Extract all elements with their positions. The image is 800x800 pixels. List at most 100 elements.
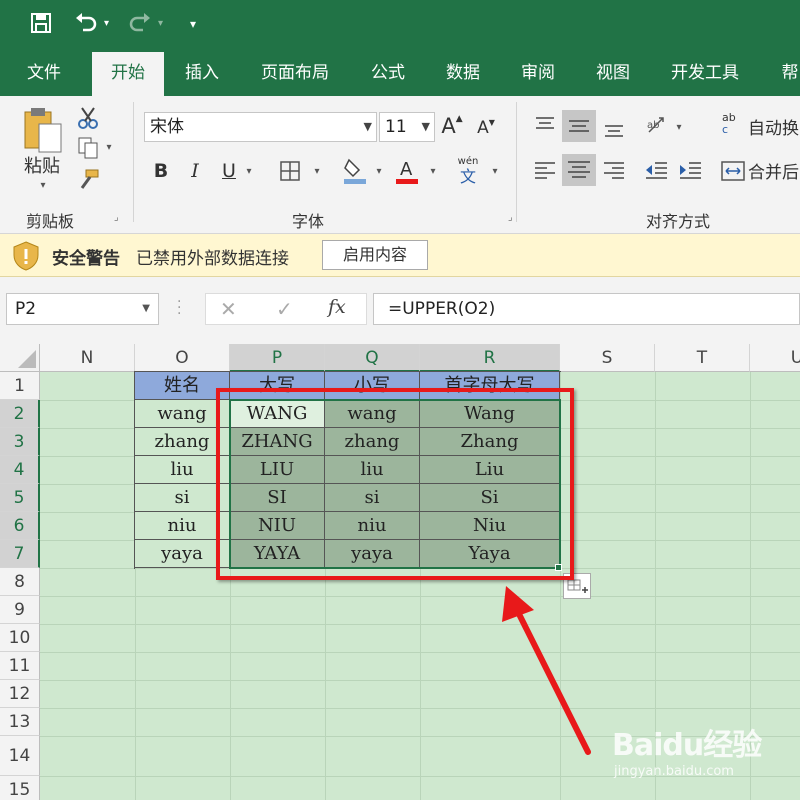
- bold-button[interactable]: B: [150, 160, 172, 182]
- ribbon-tabs: 文件 开始 插入 页面布局 公式 数据 审阅 视图 开发工具 帮: [0, 48, 800, 96]
- formula-bar-splitter-icon[interactable]: · · ·: [177, 295, 181, 321]
- font-color-dropdown-icon[interactable]: ▾: [428, 166, 438, 177]
- align-top-icon[interactable]: [531, 112, 559, 142]
- cancel-icon[interactable]: ✕: [220, 297, 237, 321]
- tab-home[interactable]: 开始: [92, 52, 164, 96]
- annotation-highlight-box: [216, 388, 574, 580]
- font-size-combo[interactable]: 11 ▼: [379, 112, 435, 142]
- tab-view[interactable]: 视图: [583, 48, 643, 96]
- save-icon[interactable]: [30, 12, 52, 36]
- row-header[interactable]: 1: [0, 372, 40, 400]
- column-header-q[interactable]: Q: [325, 344, 420, 372]
- font-color-icon[interactable]: A: [394, 156, 420, 186]
- format-painter-icon[interactable]: [76, 168, 100, 192]
- enable-content-button[interactable]: 启用内容: [322, 240, 428, 270]
- borders-dropdown-icon[interactable]: ▾: [312, 166, 322, 177]
- wrap-text-icon[interactable]: ab c: [722, 112, 746, 142]
- column-header-p[interactable]: P: [230, 344, 325, 372]
- clipboard-launcher-icon[interactable]: ⌟: [114, 212, 119, 223]
- column-header-t[interactable]: T: [655, 344, 750, 372]
- row-header[interactable]: 15: [0, 776, 40, 800]
- underline-dropdown-icon[interactable]: ▾: [244, 166, 254, 177]
- align-right-icon[interactable]: [600, 156, 628, 186]
- row-header[interactable]: 5: [0, 484, 40, 512]
- phonetic-icon[interactable]: wén 文: [452, 156, 484, 186]
- column-header-r[interactable]: R: [420, 344, 560, 372]
- column-header-u[interactable]: U: [750, 344, 800, 372]
- paste-icon[interactable]: [18, 104, 68, 154]
- row-header[interactable]: 10: [0, 624, 40, 652]
- spreadsheet-grid[interactable]: N O P Q R S T U 1 2 3 4 5 6 7 8 9 10 11 …: [0, 344, 800, 800]
- fill-color-dropdown-icon[interactable]: ▾: [374, 166, 384, 177]
- title-bar: ▾ ▾ ▾: [0, 0, 800, 48]
- underline-button[interactable]: U: [218, 160, 240, 182]
- tab-help[interactable]: 帮: [770, 48, 800, 96]
- tab-page-layout[interactable]: 页面布局: [250, 48, 340, 96]
- borders-icon[interactable]: [278, 160, 302, 184]
- row-header[interactable]: 11: [0, 652, 40, 680]
- increase-indent-icon[interactable]: [676, 156, 704, 186]
- redo-dropdown-icon[interactable]: ▾: [158, 12, 163, 36]
- row-header[interactable]: 8: [0, 568, 40, 596]
- row-header[interactable]: 7: [0, 540, 40, 568]
- align-center-icon[interactable]: [562, 154, 596, 186]
- decrease-font-icon[interactable]: A▼: [474, 118, 498, 138]
- row-header[interactable]: 13: [0, 708, 40, 736]
- fill-color-icon[interactable]: [342, 156, 368, 186]
- orientation-icon[interactable]: ab: [644, 114, 672, 140]
- tab-insert[interactable]: 插入: [172, 48, 232, 96]
- formula-buttons: ✕ ✓ fx: [205, 293, 367, 325]
- baidu-jingyan-watermark: Baidu经验 jingyan.baidu.com: [612, 720, 792, 790]
- customize-toolbar-icon[interactable]: ▾: [190, 12, 196, 36]
- wrap-text-button[interactable]: 自动换: [748, 114, 800, 139]
- tab-formulas[interactable]: 公式: [358, 48, 418, 96]
- copy-icon[interactable]: [76, 136, 100, 160]
- formula-input[interactable]: =UPPER(O2): [373, 293, 800, 325]
- align-middle-icon[interactable]: [562, 110, 596, 142]
- decrease-indent-icon[interactable]: [642, 156, 670, 186]
- gridline: [40, 652, 800, 653]
- tab-developer[interactable]: 开发工具: [660, 48, 750, 96]
- row-header[interactable]: 14: [0, 736, 40, 776]
- column-header-s[interactable]: S: [560, 344, 655, 372]
- row-header[interactable]: 12: [0, 680, 40, 708]
- enter-icon[interactable]: ✓: [276, 297, 293, 321]
- row-header[interactable]: 3: [0, 428, 40, 456]
- select-all-button[interactable]: [0, 344, 40, 372]
- undo-icon[interactable]: [74, 12, 98, 36]
- row-header[interactable]: 4: [0, 456, 40, 484]
- insert-function-button[interactable]: fx: [328, 296, 346, 318]
- chevron-down-icon[interactable]: ▼: [142, 294, 150, 324]
- row-header[interactable]: 6: [0, 512, 40, 540]
- redo-icon[interactable]: [128, 12, 152, 36]
- undo-dropdown-icon[interactable]: ▾: [104, 12, 109, 36]
- align-left-icon[interactable]: [531, 156, 559, 186]
- name-box-value: P2: [15, 299, 37, 319]
- merge-center-button[interactable]: 合并后: [748, 158, 800, 183]
- row-header[interactable]: 9: [0, 596, 40, 624]
- column-header-n[interactable]: N: [40, 344, 135, 372]
- row-header[interactable]: 2: [0, 400, 40, 428]
- font-name-combo[interactable]: 宋体 ▼: [144, 112, 377, 142]
- annotation-arrow-icon: [502, 586, 591, 755]
- merge-center-icon[interactable]: [720, 158, 746, 184]
- security-message: 已禁用外部数据连接: [136, 249, 289, 269]
- font-group-label: 字体: [292, 212, 325, 231]
- tab-review[interactable]: 审阅: [508, 48, 568, 96]
- align-bottom-icon[interactable]: [600, 112, 628, 142]
- phonetic-dropdown-icon[interactable]: ▾: [490, 166, 500, 177]
- paste-button[interactable]: 粘贴: [20, 152, 64, 178]
- increase-font-icon[interactable]: A▲: [440, 114, 464, 138]
- copy-dropdown-icon[interactable]: ▾: [104, 142, 114, 153]
- italic-button[interactable]: I: [184, 160, 206, 182]
- svg-text:A: A: [400, 159, 413, 180]
- name-box[interactable]: P2 ▼: [6, 293, 159, 325]
- paste-dropdown-icon[interactable]: ▾: [38, 180, 48, 191]
- cut-icon[interactable]: [76, 106, 100, 130]
- watermark-url: jingyan.baidu.com: [614, 764, 734, 779]
- column-header-o[interactable]: O: [135, 344, 230, 372]
- font-launcher-icon[interactable]: ⌟: [508, 212, 513, 223]
- tab-data[interactable]: 数据: [433, 48, 493, 96]
- tab-file[interactable]: 文件: [12, 48, 76, 96]
- orientation-dropdown-icon[interactable]: ▾: [674, 122, 684, 133]
